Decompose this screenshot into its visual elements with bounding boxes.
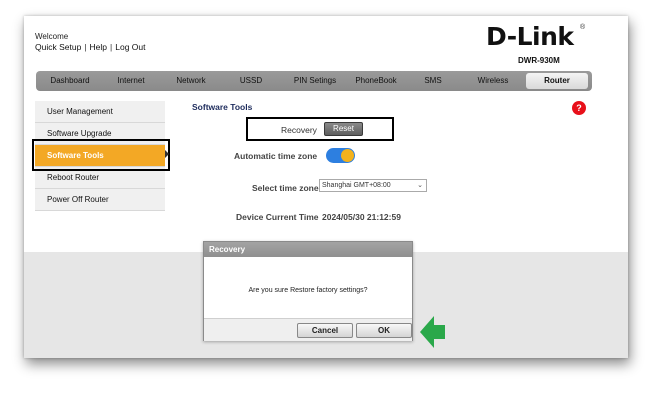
nav-internet[interactable]: Internet [104, 71, 158, 91]
help-link[interactable]: Help [90, 42, 107, 52]
section-title: Software Tools [192, 102, 253, 112]
nav-network[interactable]: Network [164, 71, 218, 91]
menu-highlight-box [32, 139, 170, 171]
nav-dashboard[interactable]: Dashboard [42, 71, 98, 91]
device-time-label: Device Current Time [236, 212, 319, 222]
quick-setup-link[interactable]: Quick Setup [35, 42, 81, 52]
device-time-value: 2024/05/30 21:12:59 [322, 212, 401, 222]
menu-pointer-icon [165, 150, 169, 158]
ok-button[interactable]: OK [356, 323, 412, 338]
link-separator: | [110, 42, 113, 52]
menu-power-off-router[interactable]: Power Off Router [35, 189, 165, 211]
help-icon[interactable]: ? [572, 101, 586, 115]
link-separator: | [84, 42, 87, 52]
dialog-footer: Cancel OK [204, 318, 412, 341]
nav-wireless[interactable]: Wireless [464, 71, 522, 91]
menu-user-management[interactable]: User Management [35, 101, 165, 123]
router-admin-page: Welcome Quick Setup | Help | Log Out D-Link … [24, 16, 628, 358]
select-timezone-label: Select time zone [252, 183, 319, 193]
recovery-label: Recovery [281, 125, 317, 135]
nav-pin-settings[interactable]: PIN Setings [284, 71, 346, 91]
recovery-row: Recovery Reset [246, 117, 394, 141]
dialog-message: Are you sure Restore factory settings? [248, 287, 368, 294]
timezone-select[interactable]: Shanghai GMT+08:00 ⌄ [319, 179, 427, 192]
auto-timezone-label: Automatic time zone [234, 151, 318, 161]
reset-button[interactable]: Reset [324, 122, 363, 136]
nav-phonebook[interactable]: PhoneBook [348, 71, 404, 91]
timezone-select-value: Shanghai GMT+08:00 [322, 182, 391, 189]
nav-router[interactable]: Router [526, 73, 588, 89]
green-arrow-icon [420, 316, 445, 348]
welcome-text: Welcome [35, 32, 69, 41]
nav-ussd[interactable]: USSD [226, 71, 276, 91]
log-out-link[interactable]: Log Out [115, 42, 145, 52]
auto-timezone-toggle[interactable] [326, 148, 355, 163]
top-nav: Dashboard Internet Network USSD PIN Seti… [36, 71, 592, 91]
dialog-title: Recovery [204, 242, 412, 257]
cancel-button[interactable]: Cancel [297, 323, 353, 338]
header-links: Quick Setup | Help | Log Out [35, 42, 145, 52]
recovery-dialog: Recovery Are you sure Restore factory se… [203, 241, 413, 341]
model-name: DWR-930M [518, 56, 560, 65]
nav-sms[interactable]: SMS [410, 71, 456, 91]
dlink-logo: D-Link [486, 22, 574, 51]
screenshot-stage: Welcome Quick Setup | Help | Log Out D-Link … [0, 0, 672, 400]
toggle-knob [341, 149, 354, 162]
registered-mark: ® [580, 24, 586, 31]
chevron-down-icon: ⌄ [417, 182, 423, 189]
